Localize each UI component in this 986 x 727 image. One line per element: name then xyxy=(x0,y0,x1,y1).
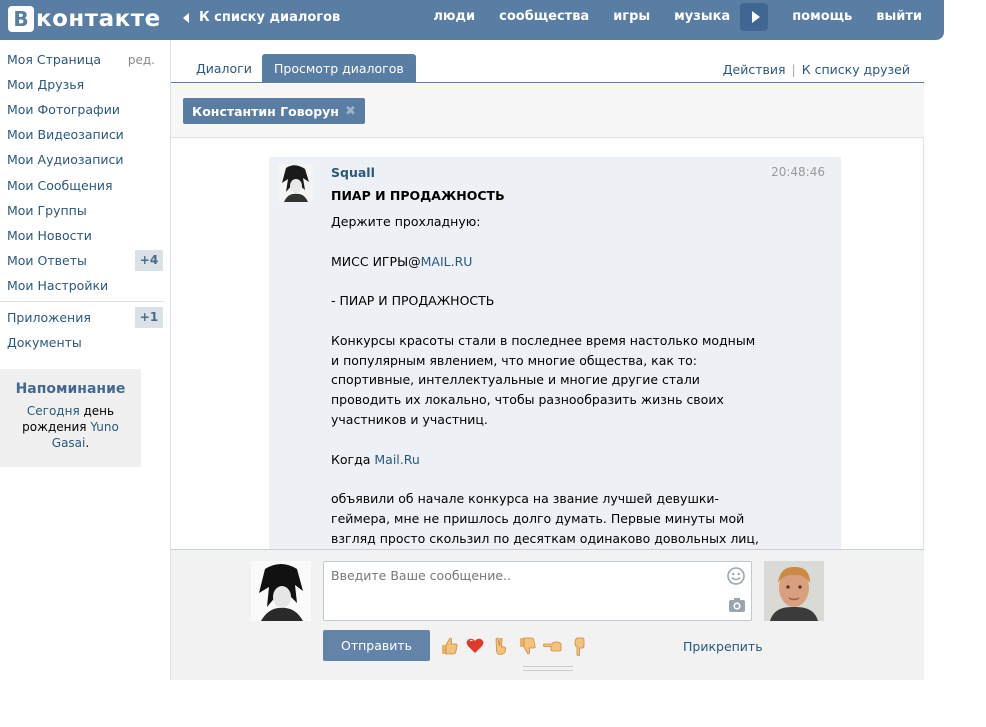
answers-counter-badge[interactable]: +4 xyxy=(135,249,163,271)
nav-games[interactable]: игры xyxy=(613,9,650,24)
vk-logo-letter: В xyxy=(8,6,34,32)
mailru-link[interactable]: MAIL.RU xyxy=(421,254,473,269)
nav-help[interactable]: помощь xyxy=(792,9,852,24)
sidebar-item-apps[interactable]: Приложения +1 xyxy=(0,305,164,330)
sidebar-item-messages[interactable]: Мои Сообщения xyxy=(0,172,164,197)
reminder-period: . xyxy=(85,436,90,450)
message-paragraph: - ПИАР И ПРОДАЖНОСТЬ xyxy=(331,293,495,309)
message-subject: ПИАР И ПРОДАЖНОСТЬ xyxy=(331,188,505,203)
nav-communities[interactable]: сообщества xyxy=(499,9,589,24)
sidebar-item-label: Мои Группы xyxy=(7,202,87,218)
top-nav: люди сообщества игры музыка помощь выйти xyxy=(409,0,922,33)
reminder-today-link[interactable]: Сегодня xyxy=(27,404,80,418)
message-history: Squall 20:48:46 ПИАР И ПРОДАЖНОСТЬ Держи… xyxy=(171,139,924,549)
vk-logo[interactable]: В контакте xyxy=(8,5,161,33)
sidebar-divider xyxy=(0,300,164,302)
message-text: МИСС ИГРЫ@ xyxy=(331,253,421,269)
sidebar-item-label: Мои Видеозаписи xyxy=(7,127,124,143)
sidebar-item-audio[interactable]: Мои Аудиозаписи xyxy=(0,147,164,172)
nav-people[interactable]: люди xyxy=(433,9,475,24)
message-paragraph: Когда Mail.Ru xyxy=(331,450,761,470)
sidebar-item-settings[interactable]: Мои Настройки xyxy=(0,273,164,298)
sidebar-item-news[interactable]: Мои Новости xyxy=(0,223,164,248)
sidebar-item-documents[interactable]: Документы xyxy=(0,330,164,355)
quick-emoji-row xyxy=(439,636,595,656)
thumbs-up-emoji-icon[interactable] xyxy=(439,636,459,656)
back-arrow-icon xyxy=(183,12,189,23)
heart-emoji-icon[interactable] xyxy=(465,636,485,656)
sidebar-item-friends[interactable]: Мои Друзья xyxy=(0,72,164,97)
sidebar-item-photos[interactable]: Мои Фотографии xyxy=(0,97,164,122)
sender-avatar[interactable] xyxy=(278,164,313,202)
attach-link[interactable]: Прикрепить xyxy=(683,639,763,654)
camera-icon[interactable] xyxy=(728,597,746,613)
edit-page-link[interactable]: ред. xyxy=(128,53,155,67)
compose-resize-handle[interactable] xyxy=(523,666,573,671)
message-item: Squall 20:48:46 ПИАР И ПРОДАЖНОСТЬ Держи… xyxy=(269,157,841,549)
music-play-button[interactable] xyxy=(740,2,769,31)
message-paragraph: Конкурсы красоты стали в последнее время… xyxy=(331,332,756,427)
recipient-bar: Константин Говорун ✖ xyxy=(171,84,924,138)
sidebar-item-label: Мои Друзья xyxy=(7,77,85,93)
my-avatar[interactable] xyxy=(251,561,311,621)
apps-counter-badge[interactable]: +1 xyxy=(135,306,163,328)
message-body: Держите прохладную: МИСС ИГРЫ@MAIL.RU - … xyxy=(331,212,761,549)
sidebar-item-groups[interactable]: Мои Группы xyxy=(0,198,164,223)
sidebar-item-label: Мои Настройки xyxy=(7,277,109,293)
sidebar-item-label: Моя Страница xyxy=(7,52,101,68)
message-paragraph: МИСС ИГРЫ@MAIL.RU xyxy=(331,252,761,272)
tab-dialogs[interactable]: Диалоги xyxy=(184,54,264,83)
remove-recipient-icon[interactable]: ✖ xyxy=(345,104,356,119)
sidebar-item-label: Мои Ответы xyxy=(7,252,87,268)
sidebar-item-my-page[interactable]: Моя Страница ред. xyxy=(0,47,164,72)
reminder-title: Напоминание xyxy=(15,381,126,397)
mailru-link[interactable]: Mail.Ru xyxy=(374,452,419,467)
sender-name-link[interactable]: Squall xyxy=(331,165,375,180)
back-link-label: К списку диалогов xyxy=(199,10,341,25)
birthday-reminder: Напоминание Сегодня день рождения Yuno G… xyxy=(0,369,141,467)
back-to-dialogs-link[interactable]: К списку диалогов xyxy=(183,10,340,25)
sidebar-item-label: Мои Новости xyxy=(7,227,92,243)
message-text: Когда xyxy=(331,451,375,467)
recipient-chip[interactable]: Константин Говорун ✖ xyxy=(183,98,365,124)
pointing-left-emoji-icon[interactable] xyxy=(543,636,563,656)
nav-music[interactable]: музыка xyxy=(674,9,730,24)
to-friends-link[interactable]: К списку друзей xyxy=(802,62,910,77)
sidebar-item-label: Документы xyxy=(7,335,82,351)
smile-icon[interactable] xyxy=(727,567,745,585)
tabs-separator: | xyxy=(791,62,796,77)
recipient-name: Константин Говорун xyxy=(192,103,339,119)
sidebar-item-answers[interactable]: Мои Ответы +4 xyxy=(0,248,164,273)
main-content: Диалоги Просмотр диалогов Действия | К спи… xyxy=(170,40,924,680)
victory-hand-emoji-icon[interactable] xyxy=(491,636,511,656)
vk-logo-text: контакте xyxy=(36,6,161,32)
tabs-bar: Диалоги Просмотр диалогов Действия | К спи… xyxy=(171,40,924,83)
sidebar-item-label: Мои Аудиозаписи xyxy=(7,152,124,168)
compose-area: Отправить Прикрепить xyxy=(171,549,924,680)
play-icon xyxy=(751,10,760,23)
tab-view-dialogs[interactable]: Просмотр диалогов xyxy=(262,54,416,83)
left-sidebar: Моя Страница ред. Мои Друзья Мои Фотогра… xyxy=(0,47,164,355)
message-paragraph: объявили об начале конкурса на звание лу… xyxy=(331,491,759,546)
sidebar-item-label: Мои Сообщения xyxy=(7,177,113,193)
recipient-avatar[interactable] xyxy=(764,561,824,621)
message-paragraph: Держите прохладную: xyxy=(331,214,481,229)
sidebar-item-label: Мои Фотографии xyxy=(7,102,120,118)
actions-link[interactable]: Действия xyxy=(723,62,786,77)
thumbs-down-emoji-icon[interactable] xyxy=(517,636,537,656)
pointing-down-emoji-icon[interactable] xyxy=(569,636,589,656)
sidebar-item-label: Приложения xyxy=(7,309,91,325)
message-input[interactable] xyxy=(323,561,752,621)
tabs-right-links: Действия | К списку друзей xyxy=(723,62,910,77)
message-timestamp: 20:48:46 xyxy=(771,165,825,179)
sidebar-item-videos[interactable]: Мои Видеозаписи xyxy=(0,122,164,147)
top-header: В контакте К списку диалогов люди сообще… xyxy=(0,0,944,40)
nav-logout[interactable]: выйти xyxy=(876,9,922,24)
reminder-text: Сегодня день рождения Yuno Gasai. xyxy=(0,403,141,451)
send-button[interactable]: Отправить xyxy=(323,630,430,661)
